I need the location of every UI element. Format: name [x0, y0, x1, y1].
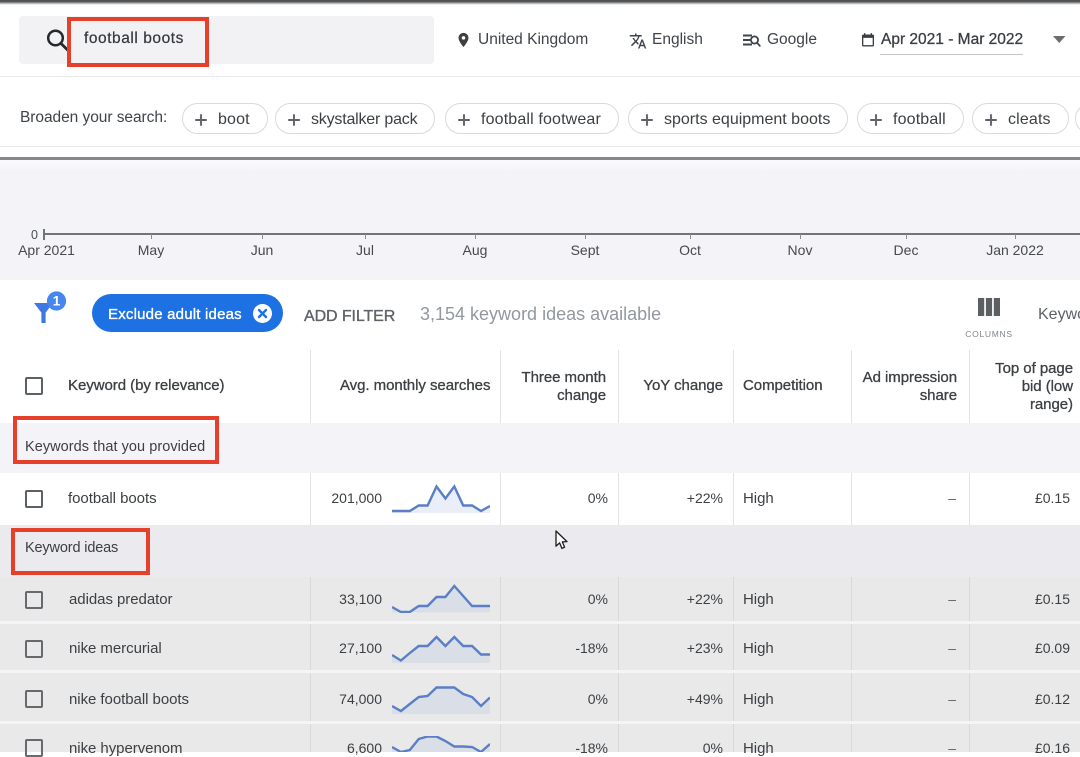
svg-text:1: 1 [53, 294, 61, 309]
